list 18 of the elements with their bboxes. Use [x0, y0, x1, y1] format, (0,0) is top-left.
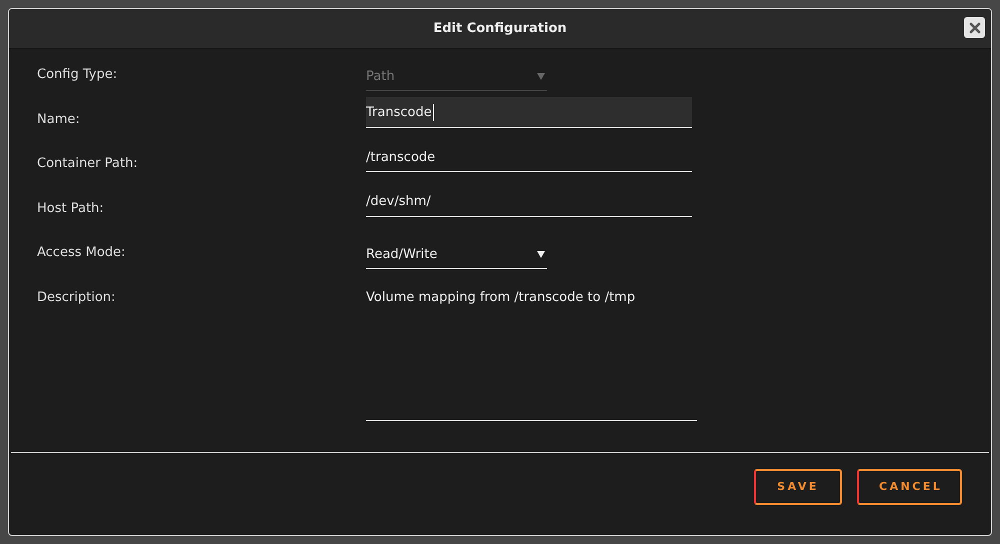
cancel-button[interactable]: CANCEL	[857, 468, 962, 504]
input-field[interactable]: /dev/shm/	[366, 186, 692, 216]
field-label: Description:	[37, 288, 116, 304]
close-icon	[968, 22, 980, 34]
field-label: Host Path:	[37, 200, 105, 216]
caret-icon	[537, 251, 545, 258]
input-field[interactable]: /transcode	[366, 141, 692, 172]
field-label: Name:	[37, 110, 81, 126]
text-area[interactable]: Volume mapping from /transcode to /tmp	[366, 286, 697, 420]
field-label: Container Path:	[37, 155, 139, 171]
field-label: Config Type:	[37, 66, 118, 82]
close-button[interactable]	[964, 17, 985, 38]
field-label: Access Mode:	[37, 244, 126, 260]
dropdown-field[interactable]: Read/Write	[366, 241, 547, 269]
input-field[interactable]: Transcode	[366, 96, 692, 128]
save-button[interactable]: SAVE	[754, 468, 842, 504]
caret-icon	[537, 73, 545, 80]
dialog-title: Edit Configuration	[433, 21, 567, 36]
